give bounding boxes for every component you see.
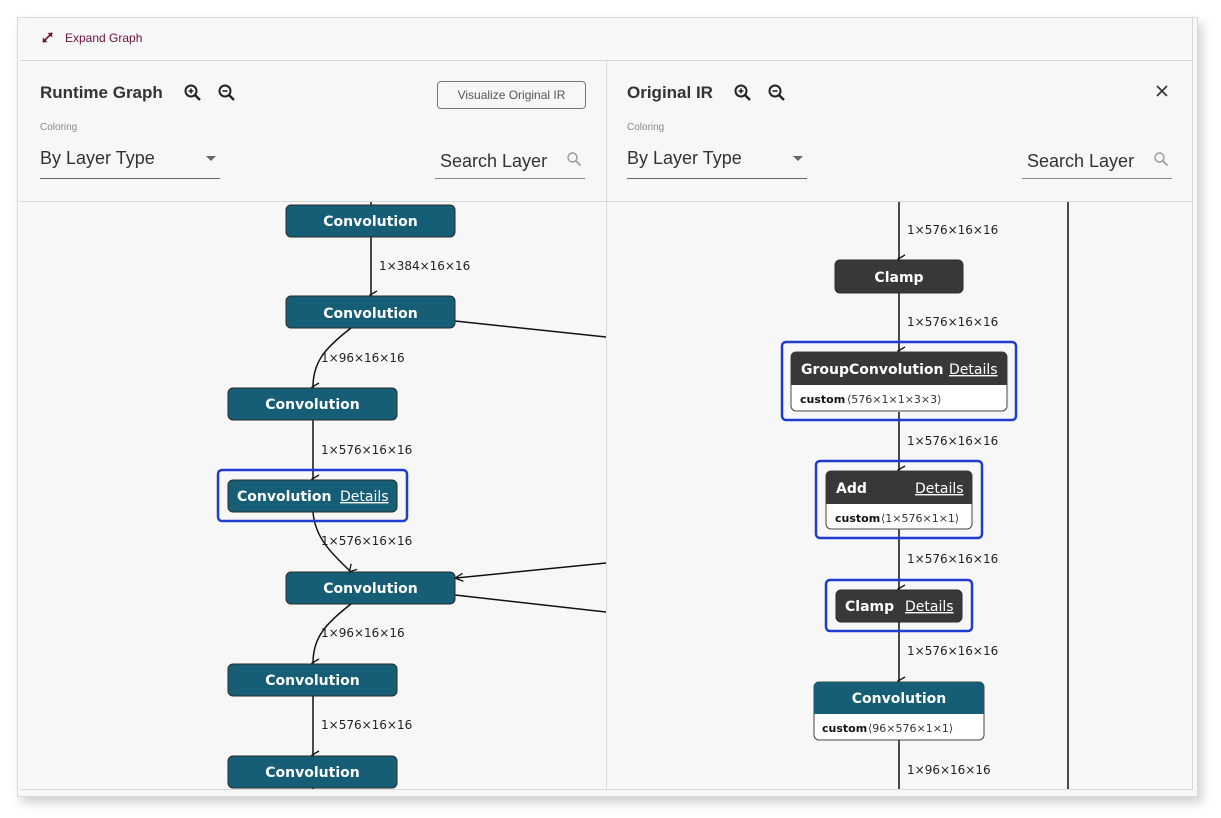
search-layer-placeholder: Search Layer [1027,151,1135,171]
graph-node[interactable]: Convolution [285,204,456,238]
edge-label: 1×576×16×16 [907,223,998,237]
graph-node[interactable]: Convolution custom ⟨96×576×1×1⟩ [813,681,985,741]
node-label: Add [836,481,867,497]
node-details-link[interactable]: Details [949,362,998,378]
coloring-select[interactable]: By Layer Type [627,145,807,179]
node-label: Convolution [265,765,359,781]
node-label: Convolution [323,581,417,597]
close-icon[interactable] [1154,83,1170,99]
original-ir-svg: 1×576×16×16 1×576×16×16 1×576×16×16 1×57… [780,202,1069,789]
edge-label: 1×576×16×16 [321,534,412,548]
edge-label: 1×576×16×16 [907,552,998,566]
graph-container: Expand Graph Runtime Graph Visualize Ori… [20,18,1193,790]
expand-diagonal-icon [42,32,53,43]
expand-graph-label: Expand Graph [65,30,143,45]
node-attr-key: custom [835,512,880,525]
search-layer-input[interactable]: Search Layer [1022,145,1172,179]
graph-node[interactable]: Clamp [834,259,964,294]
edge-label: 1×96×16×16 [321,626,405,640]
graph-node-highlighted[interactable]: Add Details custom ⟨1×576×1×1⟩ [814,459,984,540]
graph-node-highlighted[interactable]: GroupConvolution Details custom ⟨576×1×1… [780,340,1018,422]
graph-node[interactable]: Convolution [227,663,398,697]
node-attr-key: custom [822,722,867,735]
runtime-graph-pane: Runtime Graph Visualize Original IR Colo… [20,61,607,789]
coloring-label: Coloring [627,122,665,133]
graph-node[interactable]: Convolution [227,755,398,789]
coloring-select[interactable]: By Layer Type [40,145,220,179]
graph-node[interactable]: Convolution [227,387,398,421]
caret-down-icon [206,156,216,161]
edge-label: 1×576×16×16 [907,644,998,658]
zoom-out-icon[interactable] [217,83,237,103]
edge-label: 1×384×16×16 [379,259,470,273]
graph-edge [454,594,606,613]
zoom-in-icon[interactable] [183,83,203,103]
node-label: Clamp [874,270,923,286]
node-label: Convolution [323,214,417,230]
graph-edge [456,562,606,578]
node-label: Convolution [323,306,417,322]
node-attr-value: ⟨96×576×1×1⟩ [868,722,953,735]
graph-panel: Expand Graph Runtime Graph Visualize Ori… [17,17,1198,797]
node-details-link[interactable]: Details [340,489,389,505]
node-attr-key: custom [800,393,845,406]
node-attr-value: ⟨576×1×1×3×3⟩ [847,393,941,406]
edge-label: 1×576×16×16 [907,434,998,448]
original-ir-title: Original IR [627,83,713,102]
runtime-graph-title: Runtime Graph [40,83,163,102]
search-layer-placeholder: Search Layer [440,151,548,171]
graph-node[interactable]: Convolution [285,295,456,329]
original-ir-pane: Original IR Coloring By Layer Type Searc… [607,61,1192,789]
coloring-label: Coloring [40,122,78,133]
node-label: Convolution [265,397,359,413]
expand-graph-button[interactable]: Expand Graph [40,30,142,45]
coloring-select-value: By Layer Type [40,148,155,168]
zoom-out-icon[interactable] [767,83,787,103]
edge-label: 1×576×16×16 [907,315,998,329]
search-layer-input[interactable]: Search Layer [435,145,585,179]
node-label: GroupConvolution [801,362,943,378]
graph-edge [454,320,606,338]
node-label: Convolution [237,489,331,505]
node-attr-value: ⟨1×576×1×1⟩ [881,512,959,525]
edge-label: 1×576×16×16 [321,718,412,732]
search-icon [1154,152,1169,167]
caret-down-icon [793,156,803,161]
original-ir-header: Original IR Coloring By Layer Type Searc… [607,61,1192,202]
coloring-select-value: By Layer Type [627,148,742,168]
node-details-link[interactable]: Details [915,481,964,497]
zoom-in-icon[interactable] [733,83,753,103]
runtime-graph-canvas[interactable]: 1×384×16×16 1×96×16×16 1×576×16×16 1×576… [20,202,606,789]
search-icon [567,152,582,167]
visualize-original-ir-button[interactable]: Visualize Original IR [437,81,586,109]
node-details-link[interactable]: Details [905,599,954,615]
runtime-graph-header: Runtime Graph Visualize Original IR Colo… [20,61,606,202]
original-ir-canvas[interactable]: 1×576×16×16 1×576×16×16 1×576×16×16 1×57… [607,202,1192,789]
edge-label: 1×96×16×16 [907,763,991,777]
node-label: Convolution [852,691,946,707]
node-label: Clamp [845,599,894,615]
edge-label: 1×96×16×16 [321,351,405,365]
edge-label: 1×576×16×16 [321,443,412,457]
graph-toolbar: Expand Graph [20,18,1192,61]
node-label: Convolution [265,673,359,689]
graph-node[interactable]: Convolution [285,571,456,605]
runtime-graph-svg: 1×384×16×16 1×96×16×16 1×576×16×16 1×576… [216,202,606,789]
